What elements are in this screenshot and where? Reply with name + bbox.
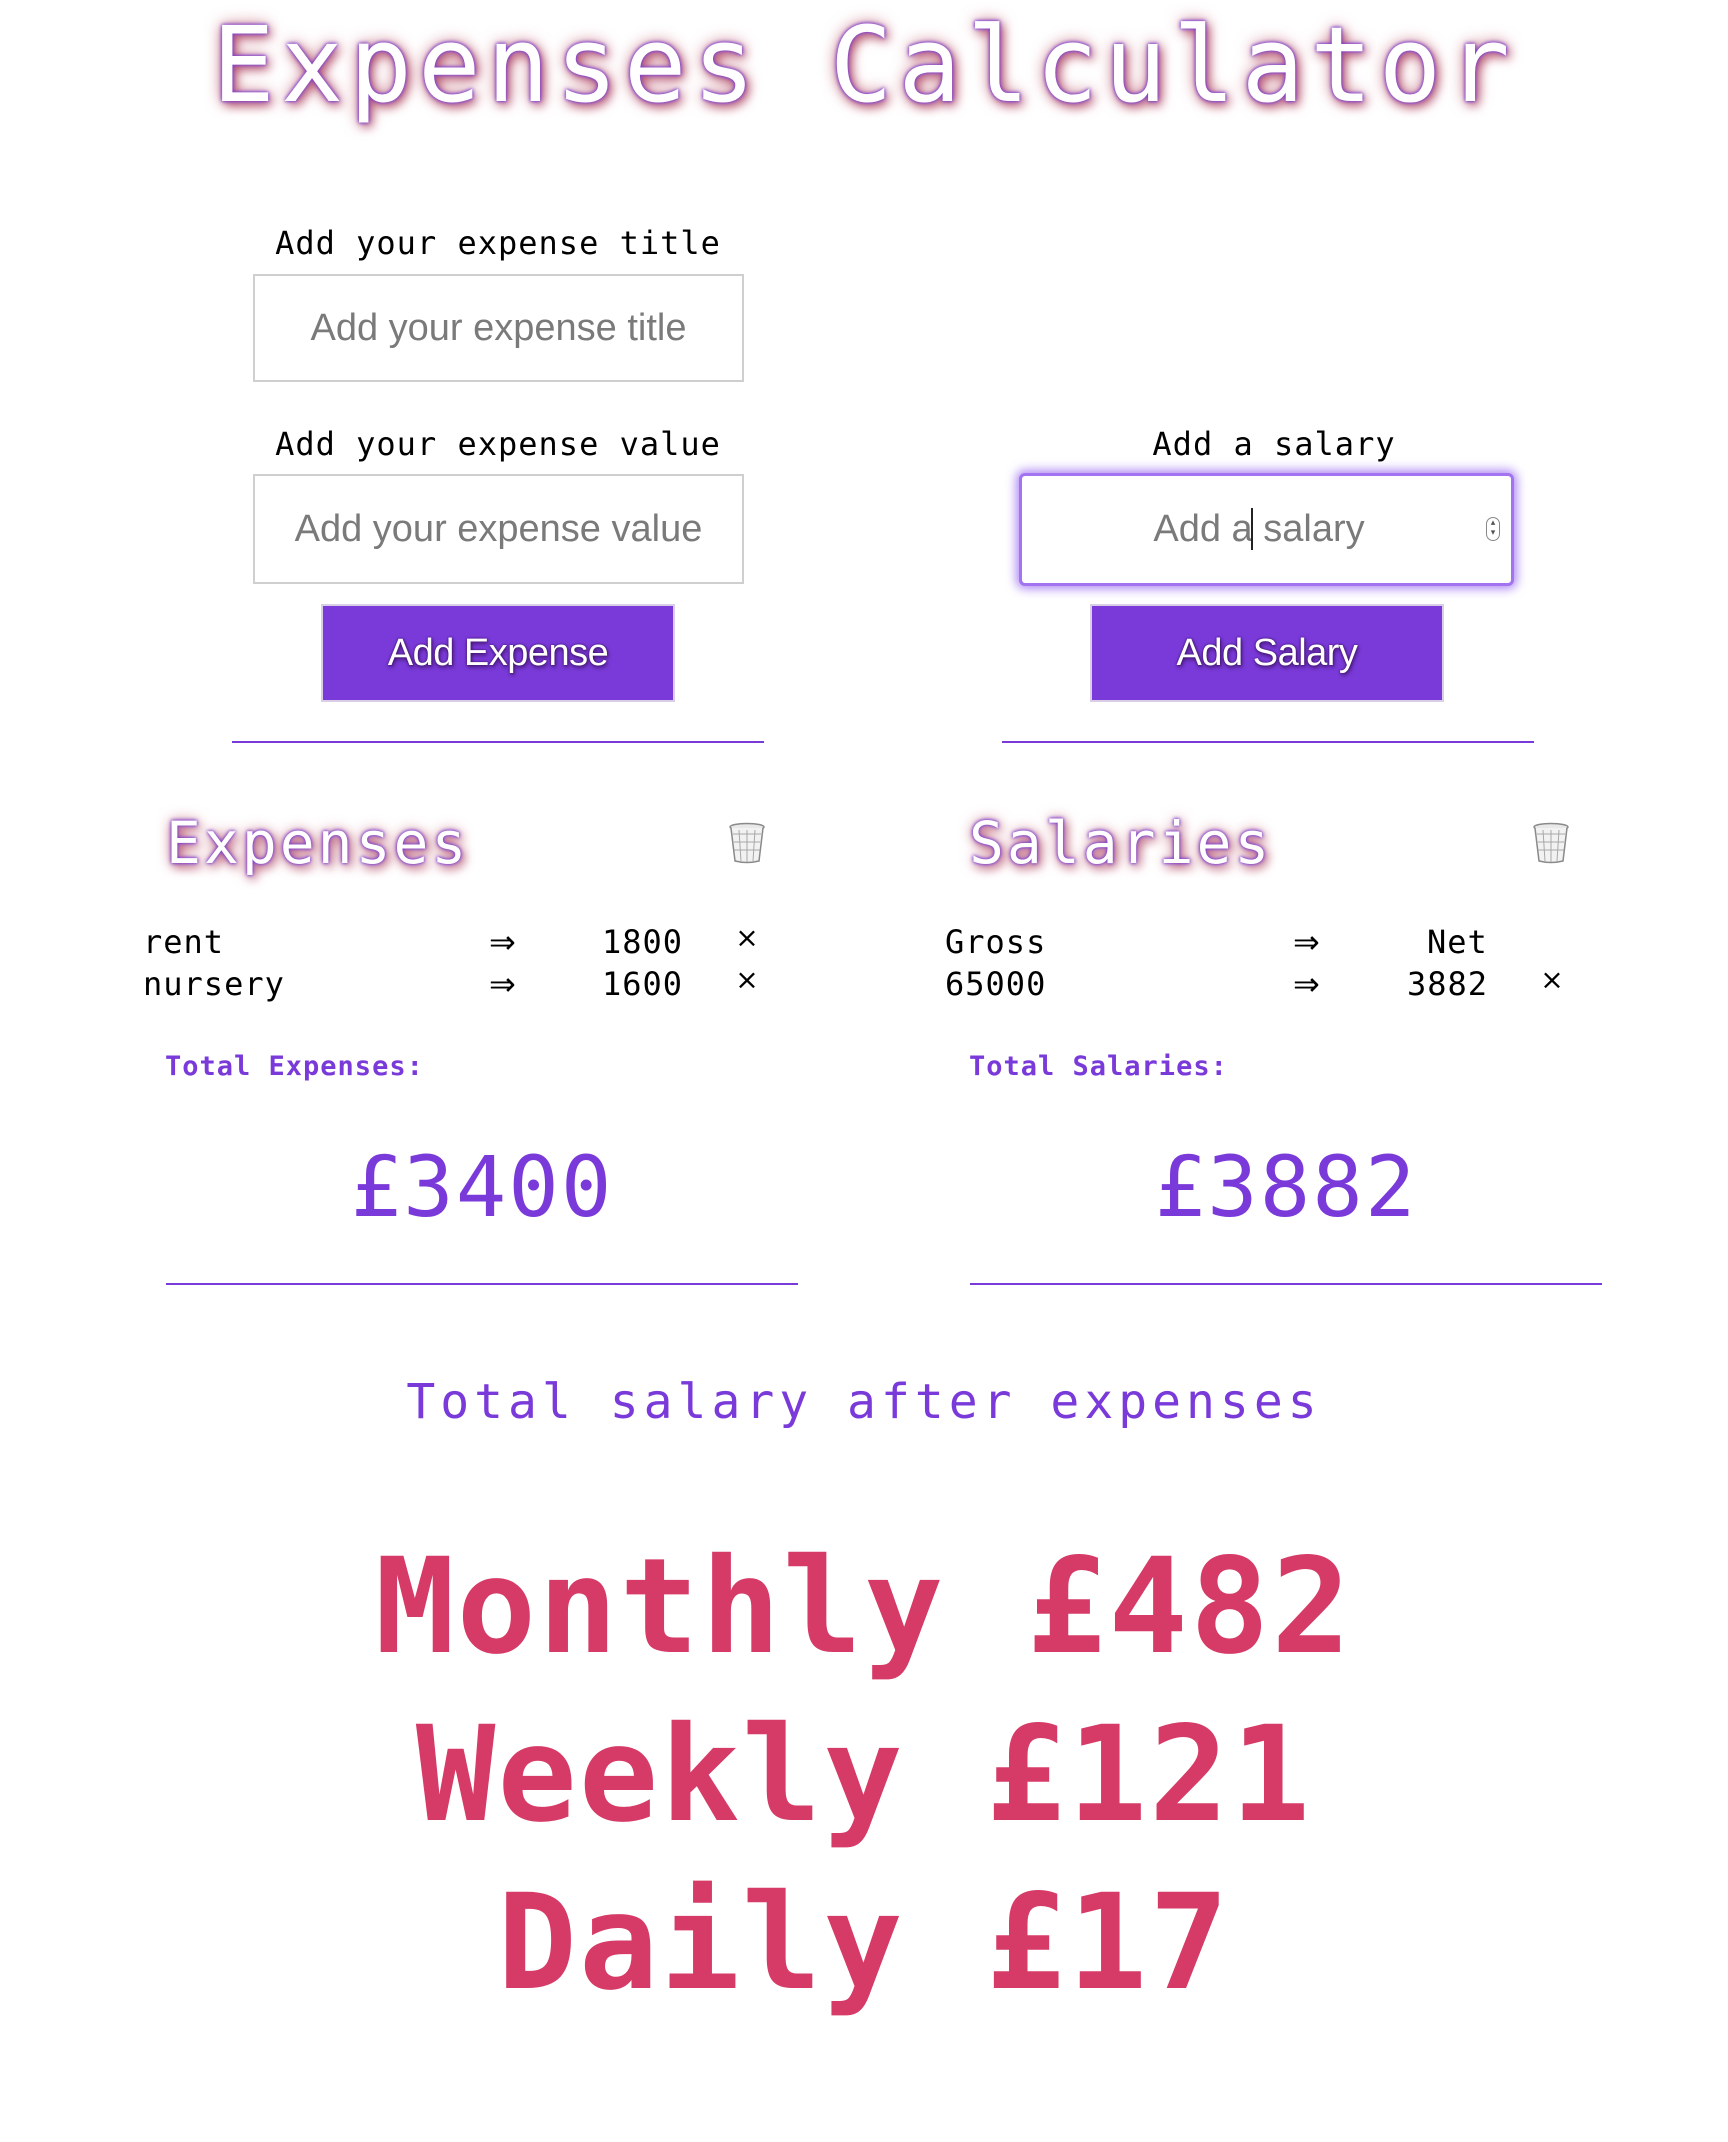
salary-net: 3882 (1407, 965, 1489, 1003)
expense-form-divider (232, 741, 764, 743)
text-cursor (1251, 508, 1253, 550)
total-expenses-value: £3400 (350, 1138, 614, 1236)
salaries-divider (970, 1283, 1602, 1285)
trash-icon[interactable] (1531, 822, 1571, 864)
salaries-heading: Salaries (969, 809, 1273, 877)
trash-icon[interactable] (727, 822, 767, 864)
monthly-total: Monthly £482 (375, 1530, 1353, 1684)
remove-salary-button[interactable]: × (1537, 960, 1567, 1000)
salary-gross: 65000 (945, 965, 1047, 1003)
salary-input-wrapper: ▴▾ (1019, 473, 1514, 586)
arrow-icon: ⇒ (1293, 923, 1320, 961)
number-spinner-icon[interactable]: ▴ ▾ (1486, 517, 1500, 541)
summary-label: Total salary after expenses (406, 1374, 1322, 1430)
total-salaries-value: £3882 (1154, 1138, 1418, 1236)
total-expenses-label: Total Expenses: (165, 1051, 424, 1082)
daily-total: Daily £17 (497, 1866, 1231, 2020)
total-salaries-label: Total Salaries: (969, 1051, 1228, 1082)
expense-title-input[interactable] (253, 274, 744, 382)
expense-title: rent (143, 923, 225, 961)
expense-title-label: Add your expense title (275, 224, 721, 262)
remove-expense-button[interactable]: × (732, 960, 762, 1000)
expense-value: 1800 (602, 923, 684, 961)
salary-form-divider (1002, 741, 1534, 743)
expenses-heading: Expenses (166, 809, 470, 877)
expenses-divider (166, 1283, 798, 1285)
remove-expense-button[interactable]: × (732, 918, 762, 958)
add-expense-button[interactable]: Add Expense (321, 604, 675, 702)
net-header: Net (1427, 923, 1488, 961)
expense-row: nursery ⇒ 1600 × (141, 963, 761, 1004)
salary-row: 65000 ⇒ 3882 × (943, 963, 1564, 1004)
arrow-icon: ⇒ (489, 923, 516, 961)
gross-header: Gross (945, 923, 1047, 961)
salary-input[interactable] (1019, 473, 1514, 586)
salary-header-row: Gross ⇒ Net (943, 922, 1563, 962)
add-salary-button[interactable]: Add Salary (1090, 604, 1444, 702)
arrow-icon: ⇒ (489, 965, 516, 1003)
expense-title: nursery (143, 965, 285, 1003)
arrow-icon: ⇒ (1293, 965, 1320, 1003)
expense-value: 1600 (602, 965, 684, 1003)
salary-label: Add a salary (1152, 425, 1396, 463)
expense-value-input[interactable] (253, 474, 744, 584)
weekly-total: Weekly £121 (415, 1698, 1313, 1852)
expense-row: rent ⇒ 1800 × (141, 921, 761, 962)
app-title: Expenses Calculator (212, 4, 1516, 126)
expense-value-label: Add your expense value (275, 425, 721, 463)
